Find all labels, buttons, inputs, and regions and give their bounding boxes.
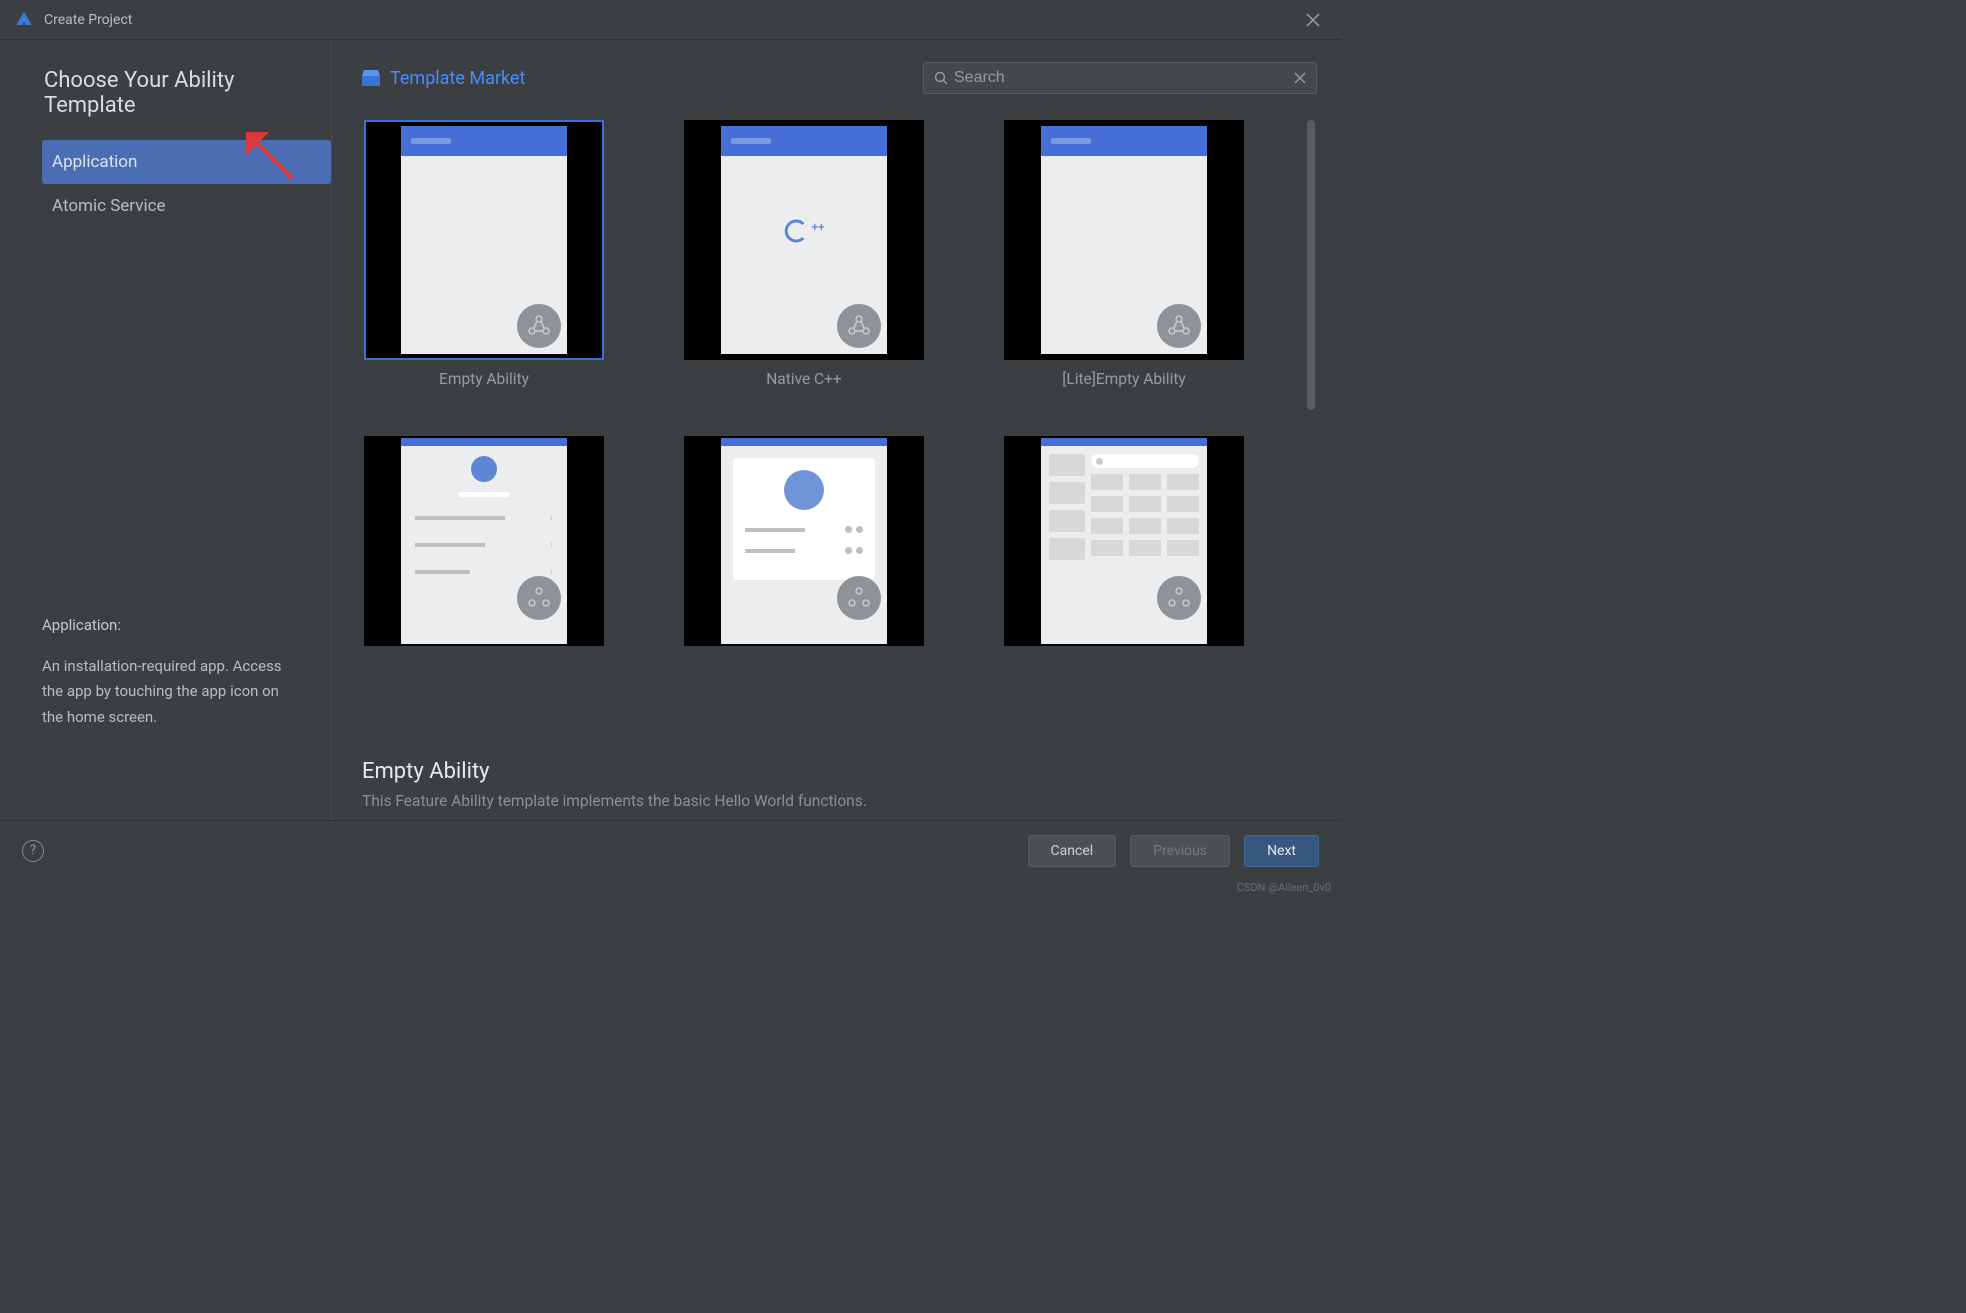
templates-area: Empty Ability ++ xyxy=(362,120,1317,737)
app-logo-icon xyxy=(14,10,34,30)
share-icon xyxy=(837,304,881,348)
template-label: Native C++ xyxy=(766,370,841,388)
watermark: CSDN @Aileen_0v0 xyxy=(1237,881,1331,894)
previous-button[interactable]: Previous xyxy=(1130,835,1230,867)
help-icon[interactable]: ? xyxy=(22,840,44,862)
sidebar-help-title: Application: xyxy=(42,616,301,634)
scrollbar[interactable] xyxy=(1307,120,1315,410)
market-icon xyxy=(362,70,380,86)
template-market-link[interactable]: Template Market xyxy=(390,68,525,89)
page-title: Choose Your Ability Template xyxy=(44,68,331,118)
sidebar-item-label: Atomic Service xyxy=(52,196,166,216)
template-native-cpp[interactable]: ++ Native C++ xyxy=(684,120,924,388)
left-panel: Choose Your Ability Template Application… xyxy=(0,40,332,820)
template-label: Empty Ability xyxy=(439,370,529,388)
templates-grid: Empty Ability ++ xyxy=(362,120,1317,646)
template-profile[interactable]: › › › xyxy=(364,436,604,646)
search-input[interactable] xyxy=(954,69,1294,87)
search-icon xyxy=(934,71,948,85)
share-icon xyxy=(1157,304,1201,348)
sidebar-help: Application: An installation-required ap… xyxy=(42,616,331,801)
right-header: Template Market xyxy=(362,62,1317,94)
share-icon xyxy=(517,576,561,620)
main-area: Choose Your Ability Template Application… xyxy=(0,40,1341,820)
close-icon[interactable] xyxy=(1299,6,1327,34)
template-lite-empty-ability[interactable]: [Lite]Empty Ability xyxy=(1004,120,1244,388)
footer: ? Cancel Previous Next xyxy=(0,820,1341,880)
sidebar-help-desc: An installation-required app. Access the… xyxy=(42,654,301,731)
sidebar-item-application[interactable]: Application xyxy=(42,140,331,184)
sidebar-item-label: Application xyxy=(52,152,137,172)
clear-search-icon[interactable] xyxy=(1294,69,1306,88)
share-icon xyxy=(517,304,561,348)
template-grid[interactable] xyxy=(1004,436,1244,646)
next-button[interactable]: Next xyxy=(1244,835,1319,867)
template-detail: Empty Ability This Feature Ability templ… xyxy=(362,737,1317,820)
share-icon xyxy=(837,576,881,620)
template-empty-ability[interactable]: Empty Ability xyxy=(364,120,604,388)
titlebar: Create Project xyxy=(0,0,1341,40)
template-label: [Lite]Empty Ability xyxy=(1062,370,1186,388)
share-icon xyxy=(1157,576,1201,620)
detail-title: Empty Ability xyxy=(362,759,1317,784)
right-panel: Template Market xyxy=(332,40,1341,820)
cancel-button[interactable]: Cancel xyxy=(1028,835,1117,867)
search-box[interactable] xyxy=(923,62,1317,94)
window-title: Create Project xyxy=(44,12,132,28)
cpp-icon: ++ xyxy=(783,218,824,244)
template-list[interactable] xyxy=(684,436,924,646)
detail-desc: This Feature Ability template implements… xyxy=(362,792,1317,810)
sidebar-item-atomic-service[interactable]: Atomic Service xyxy=(42,184,331,228)
